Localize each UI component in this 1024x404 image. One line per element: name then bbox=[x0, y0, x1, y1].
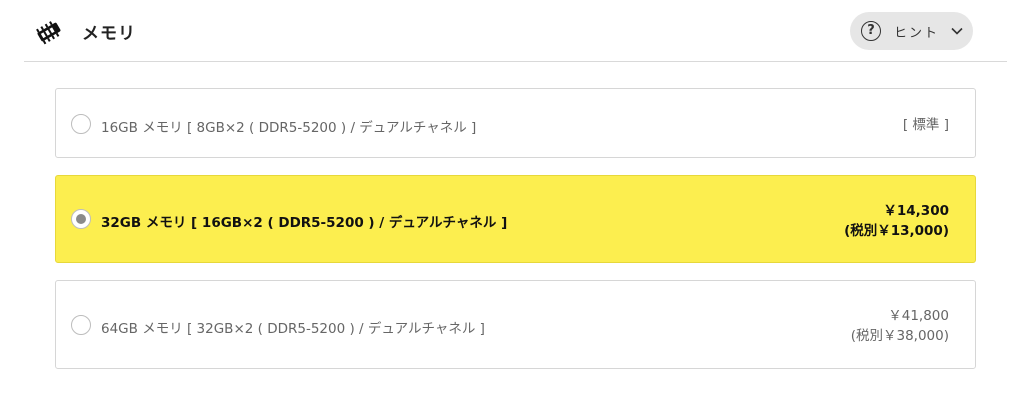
option-label: 64GB メモリ [ 32GB×2 ( DDR5-5200 ) / デュアルチャ… bbox=[101, 321, 485, 337]
option-label: 16GB メモリ [ 8GB×2 ( DDR5-5200 ) / デュアルチャネ… bbox=[101, 120, 477, 136]
memory-option-16gb[interactable]: 16GB メモリ [ 8GB×2 ( DDR5-5200 ) / デュアルチャネ… bbox=[55, 88, 976, 158]
option-price-block: ￥14,300 (税別￥13,000) bbox=[844, 201, 949, 241]
option-price-block: ￥41,800 (税別￥38,000) bbox=[851, 306, 949, 346]
memory-option-64gb[interactable]: 64GB メモリ [ 32GB×2 ( DDR5-5200 ) / デュアルチャ… bbox=[55, 280, 976, 369]
radio-selected-dot bbox=[76, 214, 86, 224]
memory-option-32gb[interactable]: 32GB メモリ [ 16GB×2 ( DDR5-5200 ) / デュアルチャ… bbox=[55, 175, 976, 263]
option-price: [ 標準 ] bbox=[902, 117, 949, 133]
memory-chip-icon bbox=[36, 21, 61, 45]
section-title: メモリ bbox=[82, 24, 136, 44]
hint-button[interactable]: ? ヒント bbox=[850, 12, 973, 50]
section-header: メモリ ? ヒント bbox=[24, 0, 1007, 62]
chevron-down-icon bbox=[951, 27, 963, 35]
option-price-tax-excluded: (税別￥38,000) bbox=[850, 328, 949, 344]
radio-button[interactable] bbox=[71, 114, 91, 134]
radio-button[interactable] bbox=[71, 315, 91, 335]
option-price-tax-excluded: (税別￥13,000) bbox=[844, 223, 949, 239]
help-circle-icon: ? bbox=[861, 21, 881, 41]
option-price: ￥41,800 bbox=[888, 308, 949, 324]
radio-button[interactable] bbox=[71, 209, 91, 229]
option-price: ￥14,300 bbox=[883, 203, 949, 219]
option-label: 32GB メモリ [ 16GB×2 ( DDR5-5200 ) / デュアルチャ… bbox=[101, 215, 508, 231]
hint-label: ヒント bbox=[894, 26, 940, 41]
